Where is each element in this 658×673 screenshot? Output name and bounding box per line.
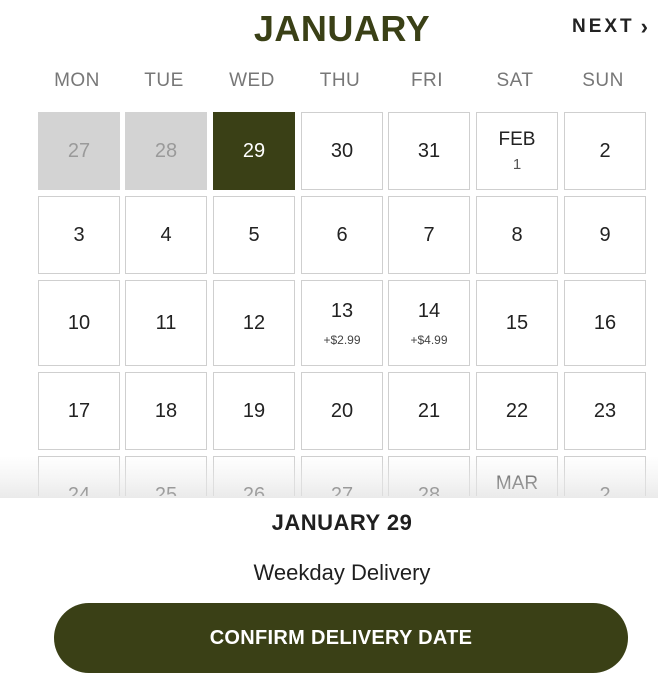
weekday-sun: SUN [582,70,624,91]
day-number: 4 [160,223,172,246]
day-surcharge: +$4.99 [410,332,448,347]
day-number: 18 [154,399,178,422]
calendar-day[interactable]: 20 [301,372,383,450]
calendar-day[interactable]: 13 +$2.99 [301,280,383,366]
calendar-day[interactable]: 31 [388,112,470,190]
calendar-day[interactable]: 4 [125,196,207,274]
selected-date-label: JANUARY 29 [271,510,413,535]
next-label: NEXT [571,16,635,37]
calendar-day[interactable]: 16 [564,280,646,366]
day-number: 1 [512,155,522,173]
calendar-day[interactable]: 19 [213,372,295,450]
calendar-day[interactable]: 8 [476,196,558,274]
calendar-day[interactable]: 18 [125,372,207,450]
day-number: 14 [417,299,441,322]
calendar-day[interactable]: 17 [38,372,120,450]
day-number: 21 [417,399,441,422]
chevron-right-icon: › [640,14,648,39]
calendar-day[interactable]: 10 [38,280,120,366]
month-title: JANUARY [253,8,431,49]
day-number: 17 [67,399,91,422]
calendar-day[interactable]: FEB 1 [476,112,558,190]
day-number: 15 [505,311,529,334]
day-number: 9 [599,223,611,246]
day-number: 5 [248,223,260,246]
calendar-day: 28 [125,112,207,190]
calendar-day[interactable]: 7 [388,196,470,274]
day-number: 22 [505,399,529,422]
day-number: 7 [423,223,435,246]
calendar-day[interactable]: 9 [564,196,646,274]
calendar-day[interactable]: 23 [564,372,646,450]
day-number: 12 [242,311,266,334]
calendar-day[interactable]: 6 [301,196,383,274]
day-number: 2 [599,139,611,162]
weekday-thu: THU [319,70,361,91]
delivery-type-label: Weekday Delivery [253,560,431,585]
calendar-day[interactable]: 5 [213,196,295,274]
calendar-day[interactable]: 30 [301,112,383,190]
calendar-day[interactable]: 2 [564,112,646,190]
day-month-label: FEB [498,129,536,151]
day-number: 11 [155,311,177,334]
day-number: 8 [511,223,523,246]
calendar-day[interactable]: 29 [213,112,295,190]
day-number: 29 [242,139,266,162]
calendar-day[interactable]: 14 +$4.99 [388,280,470,366]
weekday-sat: SAT [496,70,534,91]
confirm-delivery-date-button[interactable]: CONFIRM DELIVERY DATE [54,603,628,673]
day-surcharge: +$2.99 [323,332,361,347]
day-number: 13 [330,299,354,322]
scroll-fade [0,456,658,498]
calendar-day: 27 [38,112,120,190]
calendar-day[interactable]: 11 [125,280,207,366]
weekday-header-row: MON TUE WED THU FRI SAT SUN [36,70,648,98]
day-number: 30 [330,139,354,162]
day-number: 28 [154,139,178,162]
calendar-day[interactable]: 22 [476,372,558,450]
calendar-header: JANUARY NEXT › [0,0,658,58]
calendar-day[interactable]: 21 [388,372,470,450]
day-number: 10 [67,311,91,334]
day-number: 16 [593,311,617,334]
calendar-day[interactable]: 12 [213,280,295,366]
weekday-tue: TUE [144,70,184,91]
day-number: 27 [67,139,91,162]
day-number: 19 [242,399,266,422]
calendar-grid[interactable]: 27 28 29 30 31 FEB 1 2 3 4 5 6 7 8 9 10 11 12 13 +$2.99 14 +$… [0,112,658,496]
weekday-wed: WED [229,70,275,91]
weekday-fri: FRI [410,70,444,91]
day-number: 3 [73,223,85,246]
calendar-day[interactable]: 15 [476,280,558,366]
next-month-button[interactable]: NEXT › [572,16,648,38]
day-number: 31 [417,139,441,162]
day-number: 23 [593,399,617,422]
weekday-mon: MON [54,70,100,91]
day-number: 6 [336,223,348,246]
calendar-day[interactable]: 3 [38,196,120,274]
day-number: 20 [330,399,354,422]
